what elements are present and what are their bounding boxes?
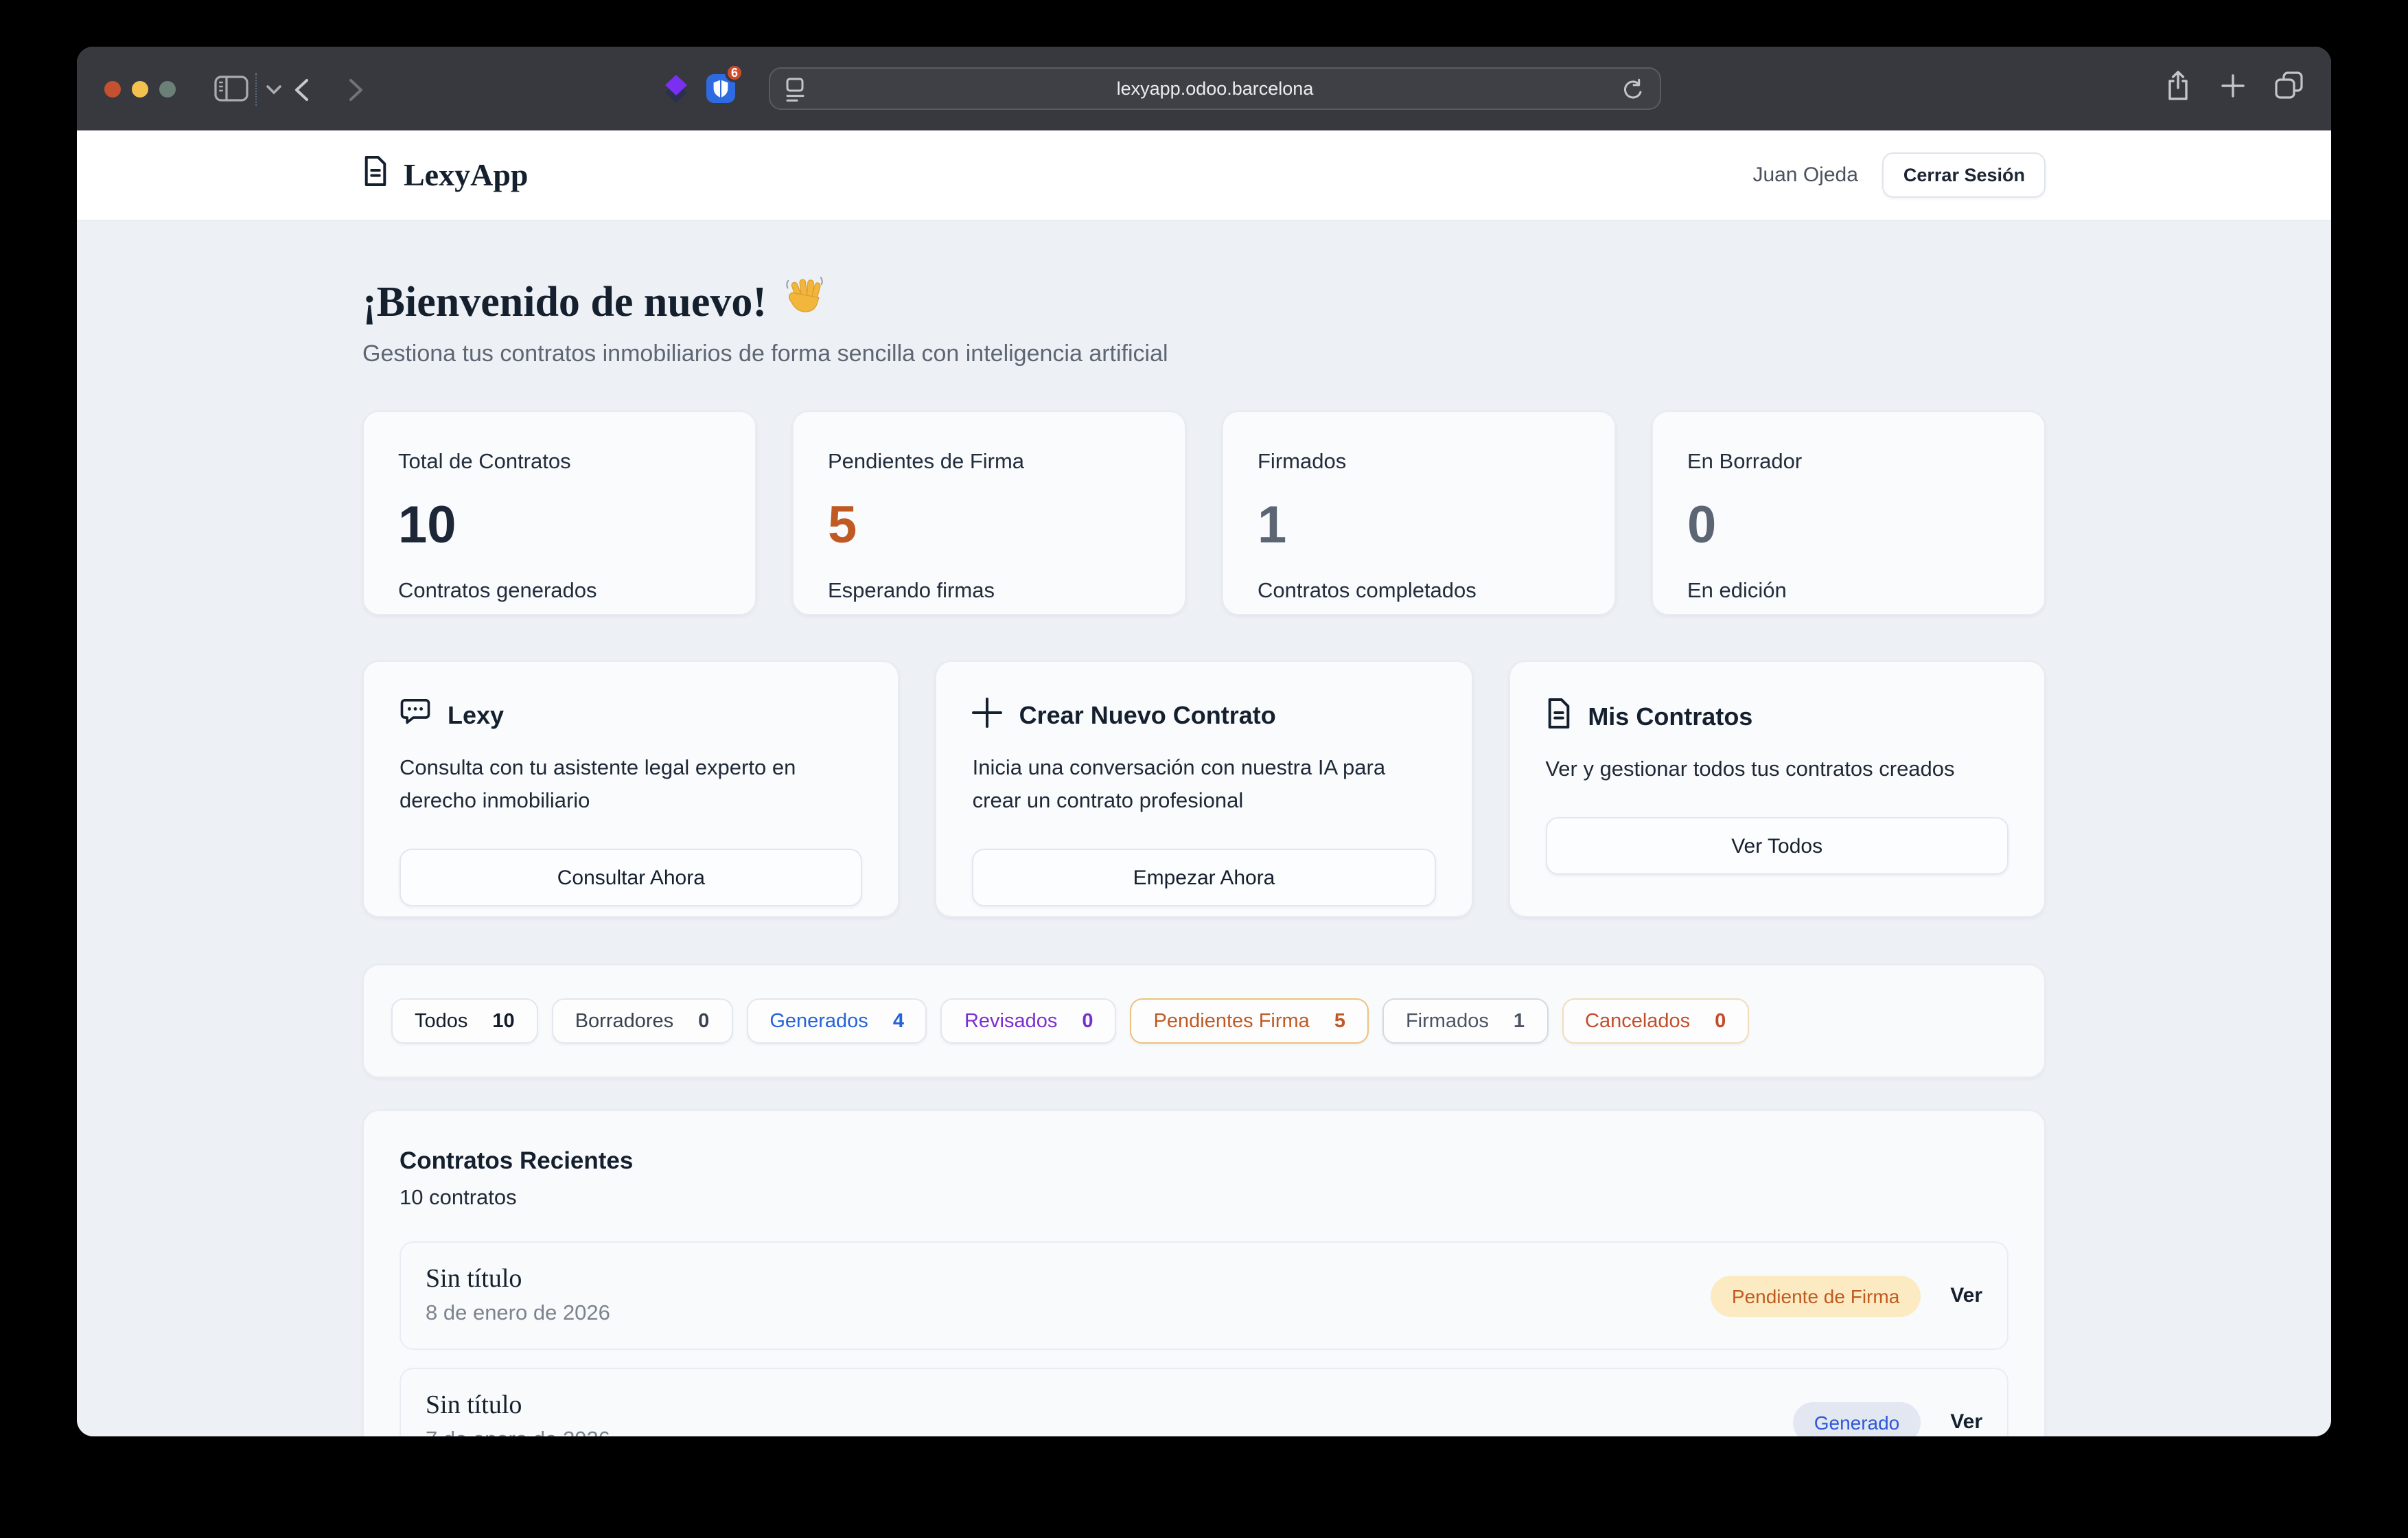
shield-extension-icon[interactable]: 6 <box>706 63 744 104</box>
view-all-button[interactable]: Ver Todos <box>1545 817 2008 875</box>
stat-label: En Borrador <box>1687 450 1803 474</box>
status-badge: Pendiente de Firma <box>1711 1275 1921 1316</box>
filter-cancelados[interactable]: Cancelados 0 <box>1562 998 1750 1044</box>
document-icon <box>1545 698 1571 736</box>
filter-generados[interactable]: Generados 4 <box>746 998 927 1044</box>
stats-grid: Total de Contratos 10 Contratos generado… <box>362 411 2046 615</box>
contract-row[interactable]: Sin título 8 de enero de 2026 Pendiente … <box>400 1241 2008 1350</box>
filter-revisados[interactable]: Revisados 0 <box>940 998 1117 1044</box>
wave-emoji <box>783 275 826 328</box>
view-link[interactable]: Ver <box>1950 1284 1982 1307</box>
action-card-my-contracts: Mis Contratos Ver y gestionar todos tus … <box>1508 661 2046 917</box>
plus-icon <box>972 698 1003 735</box>
welcome-section: ¡Bienvenido de nuevo! Gestiona tus contr… <box>362 275 2046 368</box>
sidebar-toggle-icon[interactable] <box>214 76 248 102</box>
logout-button[interactable]: Cerrar Sesión <box>1882 152 2046 198</box>
filter-borradores[interactable]: Borradores 0 <box>551 998 733 1044</box>
url-text: lexyapp.odoo.barcelona <box>1116 78 1314 99</box>
recent-title: Contratos Recientes <box>400 1147 634 1174</box>
action-card-lexy: Lexy Consulta con tu asistente legal exp… <box>362 661 900 917</box>
app-logo[interactable]: LexyApp <box>362 155 529 195</box>
view-link[interactable]: Ver <box>1950 1410 1982 1434</box>
screen: 6 lexyapp.odoo.barcelona LexyApp Juan Oj… <box>0 0 2408 1538</box>
page-content: LexyApp Juan Ojeda Cerrar Sesión ¡Bienve… <box>77 130 2331 1436</box>
toolbar-divider <box>255 73 257 106</box>
tabs-overview-icon[interactable] <box>2275 71 2304 106</box>
traffic-lights <box>104 81 176 97</box>
zoom-window-button[interactable] <box>159 81 176 97</box>
stat-label: Firmados <box>1258 450 1347 474</box>
contract-title: Sin título <box>426 1391 522 1420</box>
chevron-down-icon[interactable] <box>266 85 281 95</box>
contract-date: 7 de enero de 2026 <box>426 1428 610 1436</box>
recent-count: 10 contratos <box>400 1186 517 1210</box>
stat-label: Total de Contratos <box>398 450 571 474</box>
filter-bar: Todos 10 Borradores 0 Generados 4 Revisados… <box>362 964 2046 1078</box>
action-title: Mis Contratos <box>1588 702 1753 730</box>
minimize-window-button[interactable] <box>132 81 148 97</box>
action-description: Ver y gestionar todos tus contratos crea… <box>1545 758 1955 781</box>
action-title: Lexy <box>448 702 505 729</box>
action-cards: Lexy Consulta con tu asistente legal exp… <box>362 661 2046 917</box>
filter-todos[interactable]: Todos 10 <box>391 998 538 1044</box>
stat-value: 1 <box>1258 497 1287 555</box>
extension-badge: 6 <box>725 63 744 82</box>
user-name: Juan Ojeda <box>1752 163 1858 187</box>
action-title: Crear Nuevo Contrato <box>1019 702 1276 729</box>
back-icon[interactable] <box>294 78 309 102</box>
stat-label: Pendientes de Firma <box>828 450 1025 474</box>
new-tab-icon[interactable] <box>2221 73 2245 104</box>
toolbar-right-buttons <box>2165 47 2304 130</box>
forward-icon[interactable] <box>349 78 364 102</box>
stat-sublabel: Contratos generados <box>398 579 597 603</box>
stat-card-total: Total de Contratos 10 Contratos generado… <box>362 411 756 615</box>
stat-card-pendientes: Pendientes de Firma 5 Esperando firmas <box>792 411 1186 615</box>
filter-pendientes-firma[interactable]: Pendientes Firma 5 <box>1130 998 1369 1044</box>
action-card-new-contract: Crear Nuevo Contrato Inicia una conversa… <box>935 661 1473 917</box>
browser-window: 6 lexyapp.odoo.barcelona LexyApp Juan Oj… <box>77 47 2331 1436</box>
stat-value: 0 <box>1687 497 1717 555</box>
stat-value: 5 <box>828 497 857 555</box>
contract-date: 8 de enero de 2026 <box>426 1302 610 1325</box>
recent-contracts-card: Contratos Recientes 10 contratos Sin tít… <box>362 1110 2046 1436</box>
start-now-button[interactable]: Empezar Ahora <box>972 849 1436 907</box>
chat-bubble-icon <box>400 698 431 735</box>
address-bar[interactable]: lexyapp.odoo.barcelona <box>769 67 1661 110</box>
action-description: Consulta con tu asistente legal experto … <box>400 757 796 814</box>
stat-value: 10 <box>398 497 456 555</box>
document-logo-icon <box>362 155 389 195</box>
stat-card-firmados: Firmados 1 Contratos completados <box>1222 411 1616 615</box>
stat-sublabel: Esperando firmas <box>828 579 995 603</box>
stat-sublabel: Contratos completados <box>1258 579 1477 603</box>
app-name: LexyApp <box>404 157 529 192</box>
gem-extension-icon[interactable] <box>662 74 691 104</box>
share-icon[interactable] <box>2165 69 2191 108</box>
stat-sublabel: En edición <box>1687 579 1787 603</box>
contract-row[interactable]: Sin título 7 de enero de 2026 Generado V… <box>400 1368 2008 1436</box>
browser-toolbar: 6 lexyapp.odoo.barcelona <box>77 47 2331 130</box>
app-header: LexyApp Juan Ojeda Cerrar Sesión <box>77 130 2331 221</box>
filter-firmados[interactable]: Firmados 1 <box>1382 998 1548 1044</box>
stat-card-borrador: En Borrador 0 En edición <box>1652 411 2046 615</box>
page-title: ¡Bienvenido de nuevo! <box>362 275 2046 328</box>
action-description: Inicia una conversación con nuestra IA p… <box>972 757 1386 814</box>
consult-now-button[interactable]: Consultar Ahora <box>400 849 863 907</box>
close-window-button[interactable] <box>104 81 121 97</box>
reader-icon[interactable] <box>785 77 807 103</box>
contract-title: Sin título <box>426 1265 522 1294</box>
status-badge: Generado <box>1793 1401 1921 1436</box>
reload-icon[interactable] <box>1621 78 1645 102</box>
page-subtitle: Gestiona tus contratos inmobiliarios de … <box>362 341 1168 367</box>
